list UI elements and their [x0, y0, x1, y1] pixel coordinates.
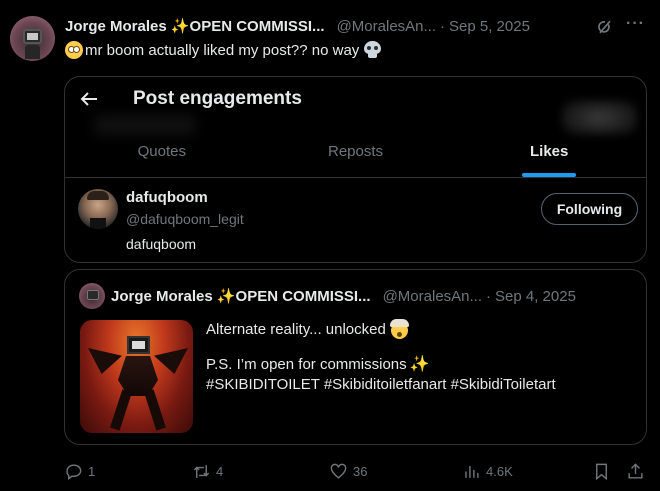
- following-button: Following: [541, 193, 638, 225]
- quoted-post-image[interactable]: [80, 320, 193, 433]
- reply-count: 1: [88, 463, 96, 479]
- back-arrow-icon: [80, 92, 97, 106]
- post-date[interactable]: Sep 5, 2025: [449, 18, 530, 35]
- repost-count: 4: [216, 463, 224, 479]
- more-options-icon[interactable]: ···: [626, 16, 646, 37]
- engagement-tabs: Quotes Reposts Likes: [65, 128, 646, 178]
- quoted-line-2: P.S. I’m open for commissions: [206, 356, 407, 373]
- skull-icon: [364, 41, 382, 59]
- flushed-face-icon: [65, 41, 83, 59]
- author-avatar[interactable]: [10, 16, 55, 61]
- reply-button[interactable]: 1: [64, 460, 95, 482]
- tab-quotes: Quotes: [137, 143, 187, 160]
- author-name[interactable]: Jorge Morales ✨OPEN COMMISSI...: [65, 17, 325, 35]
- quoted-post-date: Sep 4, 2025: [495, 287, 576, 305]
- bookmark-button[interactable]: [592, 460, 611, 482]
- separator-dot: ·: [440, 17, 446, 35]
- liker-row: dafuqboom @dafuqboom_legit dafuqboom Fol…: [65, 179, 646, 262]
- views-chart-icon: [465, 465, 479, 478]
- tab-likes: Likes: [452, 128, 646, 177]
- quoted-post[interactable]: Jorge Morales ✨OPEN COMMISSI... @Morales…: [64, 269, 647, 445]
- view-count: 4.6K: [486, 463, 513, 479]
- engagement-screenshot[interactable]: Post engagements Quotes Reposts Likes da…: [64, 76, 647, 263]
- action-bar: 1 4 36 4.6K: [64, 460, 647, 482]
- bookmark-icon: [596, 463, 607, 480]
- quoted-author-handle: @MoralesAn...: [382, 287, 483, 305]
- quoted-post-text: Alternate reality... unlocked P.S. I’m o…: [206, 318, 556, 395]
- reply-icon: [66, 463, 82, 480]
- post-text-body: mr boom actually liked my post?? no way: [85, 41, 360, 59]
- repost-icon: [193, 464, 210, 478]
- views-button[interactable]: 4.6K: [462, 460, 513, 482]
- post-text: mr boom actually liked my post?? no way: [65, 41, 382, 59]
- liker-avatar: [78, 189, 118, 229]
- author-handle[interactable]: @MoralesAn...: [337, 18, 436, 35]
- liker-name: dafuqboom: [126, 189, 208, 206]
- grok-icon[interactable]: [595, 17, 615, 37]
- share-icon: [628, 462, 643, 479]
- like-count: 36: [353, 463, 368, 479]
- quoted-author-avatar: [79, 283, 105, 309]
- like-button[interactable]: 36: [329, 460, 367, 482]
- heart-icon: [330, 463, 347, 479]
- tab-reposts: Reposts: [327, 143, 384, 160]
- share-button[interactable]: [626, 460, 645, 482]
- quoted-hashtags[interactable]: #SKIBIDITOILET #Skibiditoiletfanart #Ski…: [206, 375, 556, 395]
- liker-bio: dafuqboom: [126, 236, 197, 252]
- post-header: Jorge Morales ✨OPEN COMMISSI... @Morales…: [65, 16, 660, 36]
- repost-button[interactable]: 4: [192, 460, 223, 482]
- exploding-head-icon: [389, 318, 409, 339]
- liker-handle: @dafuqboom_legit: [126, 211, 244, 227]
- separator-dot: ·: [486, 287, 492, 305]
- quoted-line-1: Alternate reality... unlocked: [206, 321, 386, 338]
- quoted-post-header: Jorge Morales ✨OPEN COMMISSI... @Morales…: [111, 287, 576, 306]
- sparkles-icon: ✨: [409, 356, 430, 373]
- quoted-author-name: Jorge Morales ✨OPEN COMMISSI...: [111, 288, 371, 305]
- page-title: Post engagements: [133, 88, 302, 109]
